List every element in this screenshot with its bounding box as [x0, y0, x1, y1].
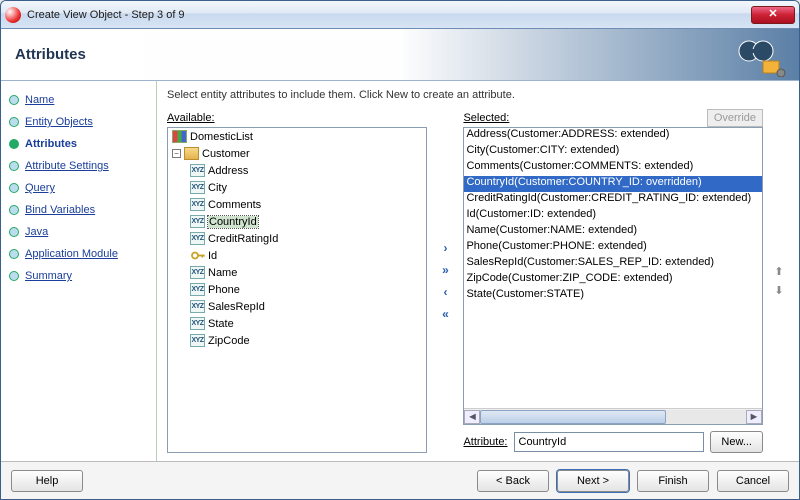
list-item[interactable]: CreditRatingId(Customer:CREDIT_RATING_ID… [464, 192, 762, 208]
titlebar[interactable]: Create View Object - Step 3 of 9 ✕ [1, 1, 799, 29]
cancel-button[interactable]: Cancel [717, 470, 789, 492]
step-entity-objects[interactable]: Entity Objects [1, 111, 156, 133]
move-right-button[interactable]: › [436, 240, 454, 256]
step-attribute-settings[interactable]: Attribute Settings [1, 155, 156, 177]
move-left-button[interactable]: ‹ [436, 284, 454, 300]
list-item[interactable]: Name(Customer:NAME: extended) [464, 224, 762, 240]
move-all-left-button[interactable]: « [436, 306, 454, 322]
attr-node[interactable]: XYZPhone [186, 281, 426, 298]
list-item[interactable]: Id(Customer:ID: extended) [464, 208, 762, 224]
attr-icon: XYZ [190, 283, 205, 296]
page-heading: Attributes [15, 46, 86, 63]
tree-entity-label: Customer [202, 148, 250, 160]
reorder-buttons: ⬆ ⬇ [769, 109, 789, 453]
new-button[interactable]: New... [710, 431, 763, 453]
attr-icon: XYZ [190, 181, 205, 194]
steps-sidebar: Name Entity Objects Attributes Attribute… [1, 81, 157, 461]
step-attributes[interactable]: Attributes [1, 133, 156, 155]
step-bind-variables[interactable]: Bind Variables [1, 199, 156, 221]
app-icon [5, 7, 21, 23]
shuttle-buttons: › » ‹ « [433, 109, 457, 453]
attr-icon: XYZ [190, 317, 205, 330]
banner: Attributes [1, 29, 799, 81]
list-item[interactable]: Comments(Customer:COMMENTS: extended) [464, 160, 762, 176]
footer: Help < Back Next > Finish Cancel [1, 461, 799, 499]
tree-root-label: DomesticList [190, 131, 253, 143]
finish-button[interactable]: Finish [637, 470, 709, 492]
attr-node[interactable]: XYZName [186, 264, 426, 281]
instruction-text: Select entity attributes to include them… [167, 89, 789, 101]
wizard-body: Name Entity Objects Attributes Attribute… [1, 81, 799, 461]
tree-entity[interactable]: − Customer [168, 145, 426, 162]
shuttle-panels: Available: DomesticList − Customer [167, 109, 789, 453]
attr-node[interactable]: XYZAddress [186, 162, 426, 179]
help-button[interactable]: Help [11, 470, 83, 492]
list-item[interactable]: ZipCode(Customer:ZIP_CODE: extended) [464, 272, 762, 288]
attr-node-selected[interactable]: XYZCountryId [186, 213, 426, 230]
attr-node-key[interactable]: Id [186, 247, 426, 264]
list-item-selected[interactable]: CountryId(Customer:COUNTRY_ID: overridde… [464, 176, 762, 192]
tree-root[interactable]: DomesticList [168, 128, 426, 145]
available-tree[interactable]: DomesticList − Customer XYZAddress XYZCi… [167, 127, 427, 453]
horizontal-scrollbar[interactable]: ◄ ► [464, 408, 762, 424]
view-object-icon [172, 130, 187, 143]
attr-icon: XYZ [190, 215, 205, 228]
attr-icon: XYZ [190, 300, 205, 313]
move-up-button[interactable]: ⬆ [774, 265, 783, 278]
key-icon [190, 249, 205, 262]
attr-node[interactable]: XYZComments [186, 196, 426, 213]
attr-node[interactable]: XYZZipCode [186, 332, 426, 349]
collapse-icon[interactable]: − [172, 149, 181, 158]
attr-node[interactable]: XYZState [186, 315, 426, 332]
list-item[interactable]: State(Customer:STATE) [464, 288, 762, 304]
attr-icon: XYZ [190, 198, 205, 211]
attr-icon: XYZ [190, 334, 205, 347]
move-down-button[interactable]: ⬇ [774, 284, 783, 297]
step-summary[interactable]: Summary [1, 265, 156, 287]
attr-icon: XYZ [190, 164, 205, 177]
step-application-module[interactable]: Application Module [1, 243, 156, 265]
main-pane: Select entity attributes to include them… [157, 81, 799, 461]
step-query[interactable]: Query [1, 177, 156, 199]
override-button[interactable]: Override [707, 109, 763, 127]
attribute-label: Attribute: [463, 436, 507, 448]
attribute-row: Attribute: New... [463, 431, 763, 453]
list-item[interactable]: Address(Customer:ADDRESS: extended) [464, 128, 762, 144]
attr-node[interactable]: XYZSalesRepId [186, 298, 426, 315]
list-item[interactable]: Phone(Customer:PHONE: extended) [464, 240, 762, 256]
tree-attrs: XYZAddress XYZCity XYZComments XYZCountr… [168, 162, 426, 349]
scroll-left-icon[interactable]: ◄ [464, 410, 480, 424]
banner-art [729, 33, 789, 77]
move-all-right-button[interactable]: » [436, 262, 454, 278]
attribute-input[interactable] [514, 432, 705, 452]
scroll-thumb[interactable] [480, 410, 666, 424]
available-column: Available: DomesticList − Customer [167, 109, 427, 453]
step-name[interactable]: Name [1, 89, 156, 111]
window-title: Create View Object - Step 3 of 9 [27, 9, 751, 21]
entity-icon [184, 147, 199, 160]
selected-column: Selected: Override Address(Customer:ADDR… [463, 109, 763, 453]
wizard-window: Create View Object - Step 3 of 9 ✕ Attri… [0, 0, 800, 500]
available-label: Available: [167, 112, 215, 124]
attr-icon: XYZ [190, 266, 205, 279]
back-button[interactable]: < Back [477, 470, 549, 492]
list-item[interactable]: SalesRepId(Customer:SALES_REP_ID: extend… [464, 256, 762, 272]
selected-label: Selected: [463, 112, 509, 124]
attr-icon: XYZ [190, 232, 205, 245]
attr-node[interactable]: XYZCity [186, 179, 426, 196]
close-button[interactable]: ✕ [751, 6, 795, 24]
scroll-right-icon[interactable]: ► [746, 410, 762, 424]
attr-node[interactable]: XYZCreditRatingId [186, 230, 426, 247]
selected-list[interactable]: Address(Customer:ADDRESS: extended) City… [463, 127, 763, 425]
list-item[interactable]: City(Customer:CITY: extended) [464, 144, 762, 160]
next-button[interactable]: Next > [557, 470, 629, 492]
step-java[interactable]: Java [1, 221, 156, 243]
